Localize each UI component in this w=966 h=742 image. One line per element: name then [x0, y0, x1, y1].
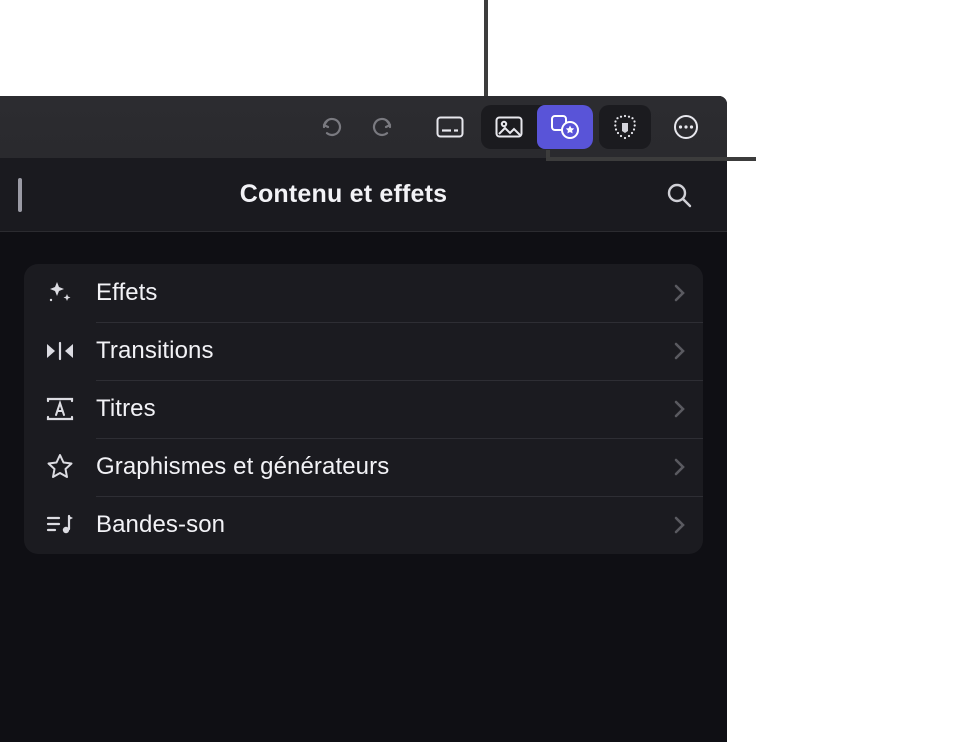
- chevron-right-icon: [673, 515, 685, 535]
- caption-button[interactable]: [425, 107, 475, 147]
- caption-icon: [436, 116, 464, 138]
- list-item-titles[interactable]: Titres: [24, 380, 703, 438]
- sparkle-icon: [38, 278, 82, 308]
- panel-handle[interactable]: [18, 178, 22, 212]
- chevron-right-icon: [673, 283, 685, 303]
- panel-title: Contenu et effets: [28, 180, 659, 209]
- undo-button[interactable]: [307, 107, 357, 147]
- list-item-soundtracks[interactable]: Bandes-son: [24, 496, 703, 554]
- list-item-graphics[interactable]: Graphismes et générateurs: [24, 438, 703, 496]
- more-button[interactable]: [661, 107, 711, 147]
- panel-header: Contenu et effets: [0, 158, 727, 232]
- star-icon: [38, 452, 82, 482]
- list-item-label: Bandes-son: [96, 511, 673, 539]
- more-icon: [672, 113, 700, 141]
- soundtrack-icon: [38, 512, 82, 538]
- callout-line-horizontal: [546, 157, 756, 161]
- media-browser-button[interactable]: [481, 105, 537, 149]
- content-effects-button[interactable]: [537, 105, 593, 149]
- list-item-label: Effets: [96, 279, 673, 307]
- undo-icon: [320, 115, 344, 139]
- panel-content: Effets Transitions: [0, 232, 727, 586]
- list-item-label: Titres: [96, 395, 673, 423]
- dotted-shield-icon: [612, 113, 638, 141]
- categories-list: Effets Transitions: [24, 264, 703, 554]
- callout-line-vertical: [484, 0, 488, 96]
- list-item-transitions[interactable]: Transitions: [24, 322, 703, 380]
- title-icon: [38, 396, 82, 422]
- image-icon: [495, 116, 523, 138]
- redo-icon: [370, 115, 394, 139]
- search-button[interactable]: [659, 175, 699, 215]
- media-effects-group: [481, 105, 593, 149]
- toolbar: [0, 96, 727, 158]
- chevron-right-icon: [673, 399, 685, 419]
- chevron-right-icon: [673, 457, 685, 477]
- list-item-label: Transitions: [96, 337, 673, 365]
- transition-icon: [38, 340, 82, 362]
- search-icon: [665, 181, 693, 209]
- shapes-star-icon: [550, 114, 580, 140]
- redo-button[interactable]: [357, 107, 407, 147]
- list-item-effects[interactable]: Effets: [24, 264, 703, 322]
- list-item-label: Graphismes et générateurs: [96, 453, 673, 481]
- chevron-right-icon: [673, 341, 685, 361]
- app-frame: Contenu et effets Effets: [0, 96, 727, 742]
- mask-button[interactable]: [599, 105, 651, 149]
